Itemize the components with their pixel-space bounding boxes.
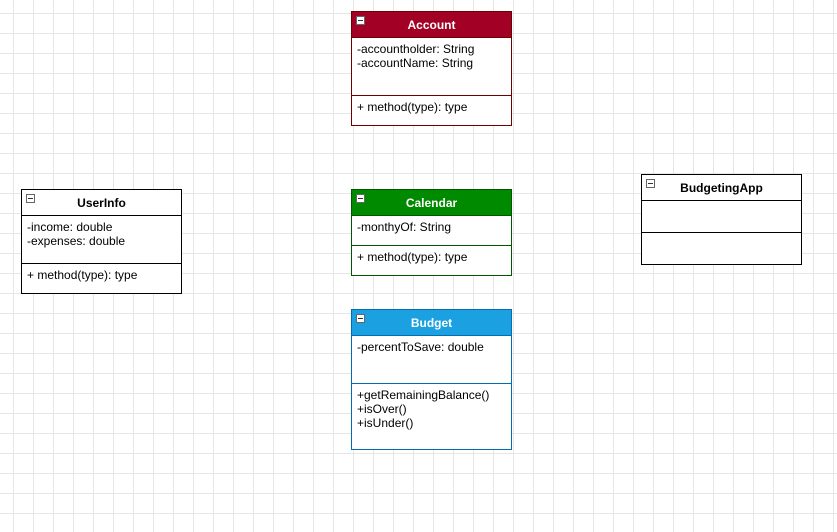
attributes-section[interactable]: -percentToSave: double xyxy=(352,336,511,384)
member-line[interactable]: + method(type): type xyxy=(357,100,506,114)
member-line[interactable]: +getRemainingBalance() xyxy=(357,388,506,402)
class-account[interactable]: Account -accountholder: String -accountNa… xyxy=(351,11,512,126)
methods-section[interactable]: + method(type): type xyxy=(22,264,181,286)
attributes-section[interactable]: -monthyOf: String xyxy=(352,216,511,246)
attributes-section[interactable]: -accountholder: String -accountName: Stri… xyxy=(352,38,511,96)
member-line[interactable]: -monthyOf: String xyxy=(357,220,506,234)
member-line[interactable]: -percentToSave: double xyxy=(357,340,506,354)
class-header[interactable]: Calendar xyxy=(352,190,511,216)
class-header[interactable]: BudgetingApp xyxy=(642,175,801,201)
attributes-section[interactable]: -income: double -expenses: double xyxy=(22,216,181,264)
attributes-section[interactable] xyxy=(642,201,801,233)
class-userinfo[interactable]: UserInfo -income: double -expenses: doubl… xyxy=(21,189,182,294)
methods-section[interactable]: +getRemainingBalance() +isOver() +isUnder(… xyxy=(352,384,511,434)
collapse-icon[interactable] xyxy=(356,16,365,25)
member-line[interactable]: +isOver() xyxy=(357,402,506,416)
collapse-icon[interactable] xyxy=(26,194,35,203)
class-budget[interactable]: Budget -percentToSave: double +getRemain… xyxy=(351,309,512,450)
member-line[interactable]: + method(type): type xyxy=(357,250,506,264)
member-line[interactable]: +isUnder() xyxy=(357,416,506,430)
collapse-icon[interactable] xyxy=(356,314,365,323)
class-budgetingapp[interactable]: BudgetingApp xyxy=(641,174,802,265)
class-header[interactable]: Budget xyxy=(352,310,511,336)
class-name: Budget xyxy=(410,315,453,330)
member-line[interactable]: -income: double xyxy=(27,220,176,234)
member-line[interactable]: -accountholder: String xyxy=(357,42,506,56)
member-line[interactable]: + method(type): type xyxy=(27,268,176,282)
class-name: BudgetingApp xyxy=(680,180,763,195)
collapse-icon[interactable] xyxy=(646,179,655,188)
methods-section[interactable]: + method(type): type xyxy=(352,96,511,118)
class-header[interactable]: UserInfo xyxy=(22,190,181,216)
class-calendar[interactable]: Calendar -monthyOf: String + method(type… xyxy=(351,189,512,276)
class-name: Calendar xyxy=(405,195,458,210)
member-line[interactable]: -expenses: double xyxy=(27,234,176,248)
collapse-icon[interactable] xyxy=(356,194,365,203)
class-header[interactable]: Account xyxy=(352,12,511,38)
methods-section[interactable]: + method(type): type xyxy=(352,246,511,268)
class-name: Account xyxy=(407,17,456,32)
methods-section[interactable] xyxy=(642,233,801,241)
class-name: UserInfo xyxy=(77,195,126,210)
member-line[interactable]: -accountName: String xyxy=(357,56,506,70)
